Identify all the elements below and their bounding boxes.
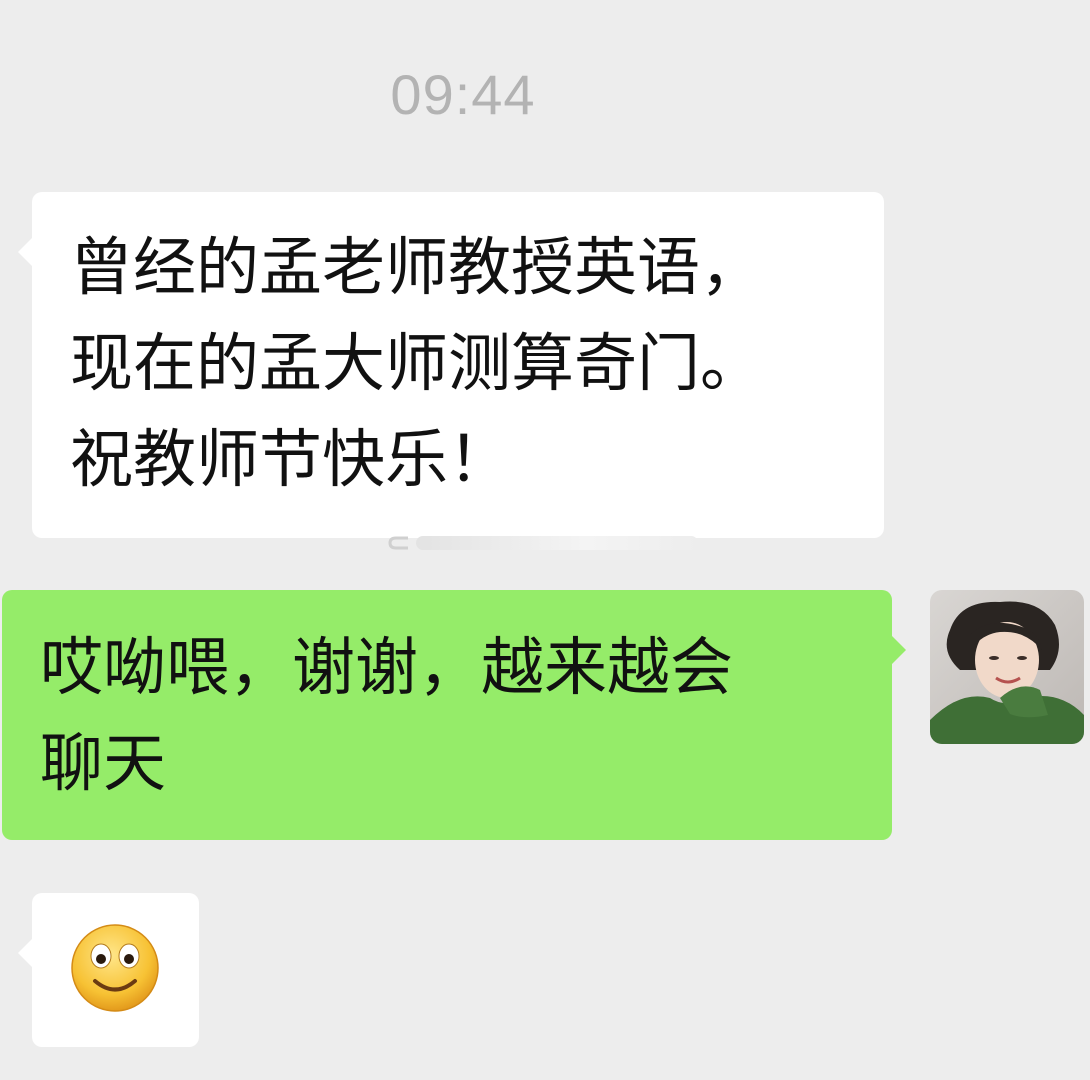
quote-icon	[388, 536, 408, 550]
message-text-line: 曾经的孟老师教授英语，	[70, 231, 763, 304]
incoming-message-bubble[interactable]: 曾经的孟老师教授英语， 现在的孟大师测算奇门。 祝教师节快乐！	[18, 192, 884, 538]
outgoing-message-bubble[interactable]: 哎呦喂，谢谢，越来越会 聊天	[2, 590, 906, 840]
quote-reference-strip[interactable]	[388, 530, 698, 556]
incoming-emoji-bubble[interactable]	[18, 893, 199, 1047]
bubble-tail	[18, 939, 32, 967]
message-text-line: 祝教师节快乐！	[70, 423, 511, 496]
message-text-line: 哎呦喂，谢谢，越来越会	[40, 631, 733, 704]
message-timestamp: 09:44	[390, 63, 536, 126]
quote-preview-bar	[416, 536, 698, 550]
message-text-line: 聊天	[40, 727, 166, 800]
smile-emoji-icon	[71, 924, 159, 1012]
user-avatar[interactable]	[930, 590, 1084, 744]
bubble-tail	[892, 636, 906, 664]
message-text-line: 现在的孟大师测算奇门。	[70, 327, 763, 400]
bubble-tail	[18, 238, 32, 266]
